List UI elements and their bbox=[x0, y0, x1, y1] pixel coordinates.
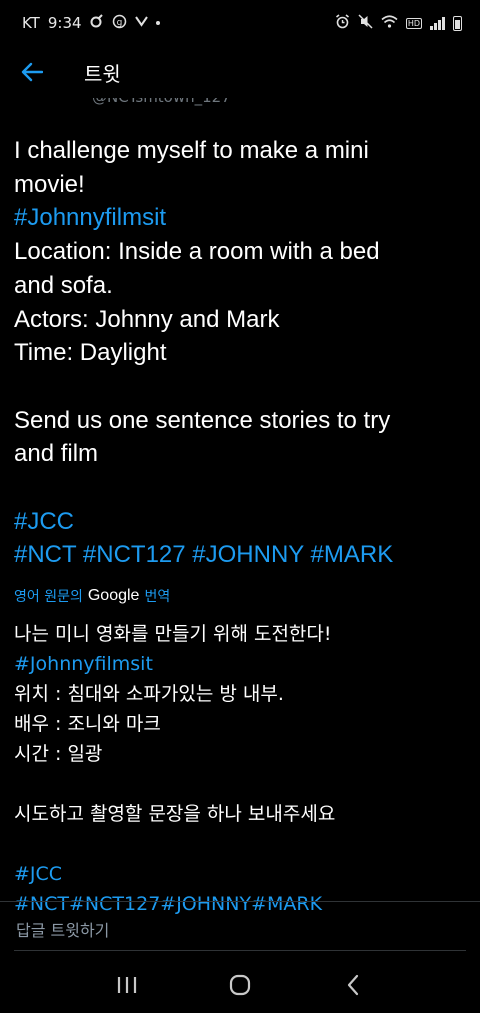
vlive-notification-icon bbox=[134, 15, 148, 31]
translation-prefix: 영어 원문의 bbox=[14, 589, 83, 605]
tweet-text-line: Time: Daylight bbox=[14, 339, 167, 367]
tweet-text-line: Actors: Johnny and Mark bbox=[14, 305, 280, 333]
tweet-text-line: and film bbox=[14, 440, 99, 468]
translation-suffix: 번역 bbox=[144, 589, 171, 605]
hashtag-link[interactable]: #JCC bbox=[14, 859, 466, 889]
back-button[interactable] bbox=[0, 46, 64, 98]
mute-icon bbox=[358, 13, 373, 33]
translated-tweet-text: 나는 미니 영화를 만들기 위해 도전한다! #Johnnyfilmsit 위치 … bbox=[14, 619, 466, 919]
tweet-text-line: Location: Inside a room with a bed bbox=[14, 238, 380, 266]
status-right: HD bbox=[335, 13, 462, 33]
hashtag-link[interactable]: #Johnnyfilmsit bbox=[14, 649, 466, 679]
status-left: KT 9:34 g bbox=[22, 14, 160, 33]
reply-underline bbox=[14, 950, 466, 951]
hashtag-link[interactable]: #Johnnyfilmsit bbox=[14, 201, 466, 235]
hashtag-link[interactable]: #NCT #NCT127 #JOHNNY #MARK bbox=[14, 538, 466, 572]
page-title: 트윗 bbox=[84, 61, 121, 86]
reply-input[interactable]: 답글 트윗하기 bbox=[16, 917, 109, 941]
google-logo-text: Google bbox=[87, 587, 140, 604]
status-bar: KT 9:34 g HD bbox=[0, 0, 480, 46]
translated-text-line: 나는 미니 영화를 만들기 위해 도전한다! bbox=[14, 623, 332, 645]
back-arrow-icon bbox=[21, 62, 43, 82]
translation-attribution[interactable]: 영어 원문의 Google 번역 bbox=[14, 586, 170, 606]
translated-text-line: 위치 : 침대와 소파가있는 방 내부. bbox=[14, 683, 284, 705]
home-button[interactable] bbox=[210, 960, 270, 1010]
tweet-text-line: movie! bbox=[14, 170, 85, 198]
translated-text-line: 배우 : 조니와 마크 bbox=[14, 713, 161, 735]
tweet-text: I challenge myself to make a mini movie! #… bbox=[14, 134, 466, 572]
nav-back-icon bbox=[348, 974, 359, 995]
alarm-notification-icon bbox=[90, 14, 104, 32]
clock: 9:34 bbox=[47, 14, 82, 32]
svg-text:g: g bbox=[116, 18, 122, 28]
tweet-text-line: and sofa. bbox=[14, 271, 113, 299]
tweet-text-line: I challenge myself to make a mini bbox=[14, 137, 369, 164]
clipped-username[interactable]: @NCTsmtown_127 bbox=[92, 98, 292, 108]
recent-apps-button[interactable] bbox=[97, 960, 157, 1010]
recent-apps-icon bbox=[117, 976, 136, 993]
alarm-icon bbox=[335, 13, 350, 33]
username-handle: @NCTsmtown_127 bbox=[92, 98, 231, 106]
wifi-icon bbox=[381, 14, 398, 32]
carrier-label: KT bbox=[22, 14, 40, 32]
tweet-text-line: Send us one sentence stories to try bbox=[14, 406, 391, 434]
hd-voice-badge: HD bbox=[405, 17, 422, 29]
translated-text-line: 시도하고 촬영할 문장을 하나 보내주세요 bbox=[14, 803, 336, 825]
signal-icon bbox=[430, 16, 445, 30]
battery-icon bbox=[453, 15, 462, 31]
translated-text-line: 시간 : 일광 bbox=[14, 743, 103, 765]
system-nav-bar bbox=[0, 956, 480, 1013]
app-header: 트윗 bbox=[0, 46, 480, 98]
nav-back-button[interactable] bbox=[323, 960, 383, 1010]
app-notification-icon: g bbox=[112, 14, 127, 33]
reply-bar[interactable]: 답글 트윗하기 bbox=[0, 902, 480, 956]
home-icon bbox=[229, 974, 251, 995]
more-notifications-dot-icon bbox=[155, 21, 160, 25]
hashtag-link[interactable]: #JCC bbox=[14, 505, 466, 539]
